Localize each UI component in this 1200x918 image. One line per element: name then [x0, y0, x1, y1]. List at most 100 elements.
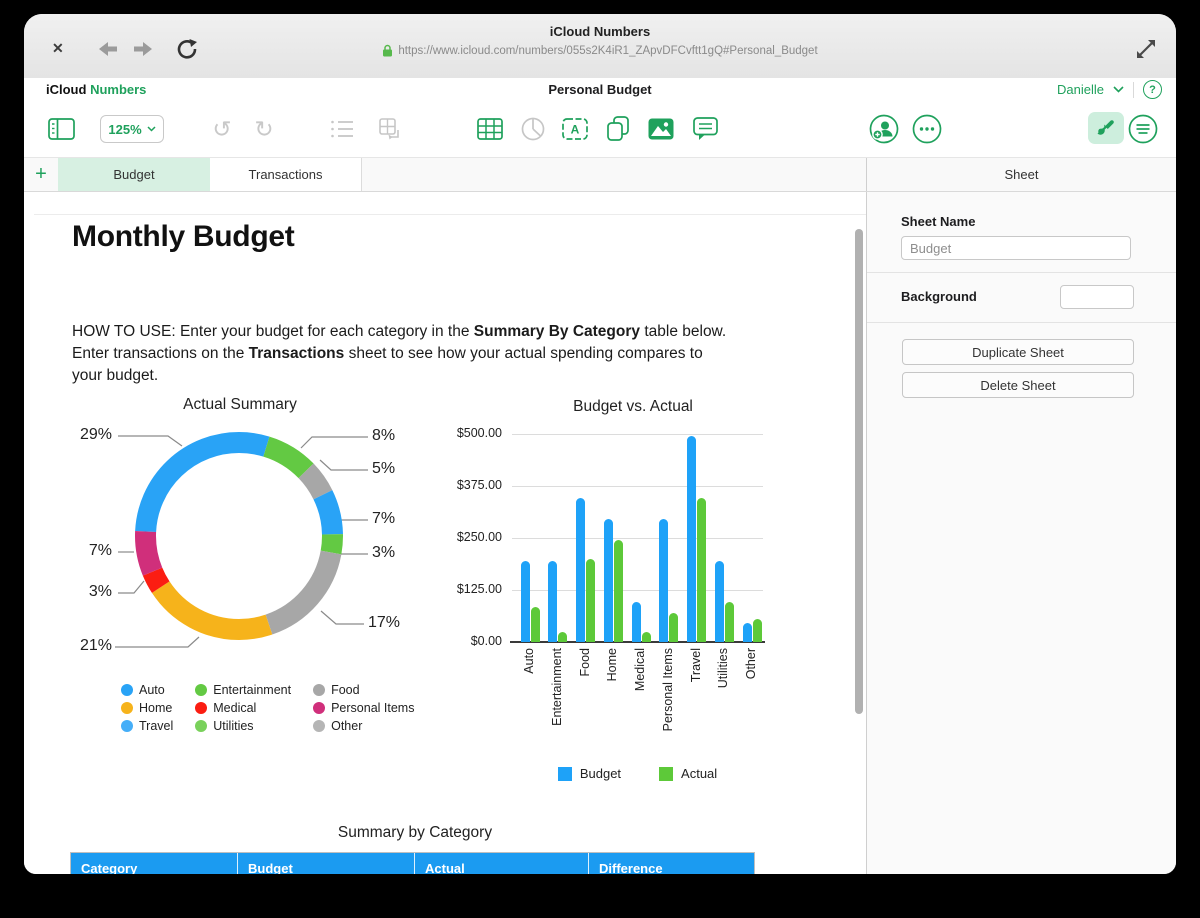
user-menu[interactable]: Danielle: [1057, 82, 1104, 97]
app-header: iCloud Numbers Personal Budget Danielle …: [24, 78, 1176, 100]
legend-dot: [195, 684, 207, 696]
panel-title: Sheet: [866, 158, 1176, 191]
callout-travel: 7%: [372, 510, 428, 528]
bar-budget-medical: [632, 602, 641, 642]
help-button[interactable]: ?: [1143, 80, 1162, 99]
legend-item-food: Food: [313, 683, 414, 697]
legend-label: Personal Items: [331, 701, 414, 715]
format-panel-button[interactable]: [1088, 112, 1124, 144]
add-sheet-button[interactable]: +: [24, 158, 58, 191]
legend-swatch: [558, 767, 572, 781]
divider: [867, 322, 1176, 323]
legend-item-travel: Travel: [121, 719, 173, 733]
bar-actual-medical: [642, 632, 651, 642]
organize-panel-button[interactable]: [1128, 114, 1158, 144]
tab-bar-filler: [362, 158, 866, 191]
summary-table-title: Summary by Category: [70, 824, 760, 842]
divider: [867, 272, 1176, 273]
x-axis-label: Home: [605, 648, 621, 748]
legend-column: Auto Home Travel: [121, 683, 173, 733]
legend-dot: [121, 720, 133, 732]
more-options-button[interactable]: [912, 114, 942, 144]
legend-dot: [313, 720, 325, 732]
callout-medical: 3%: [67, 583, 112, 601]
legend-item-other: Other: [313, 719, 414, 733]
vertical-scrollbar[interactable]: [855, 229, 863, 714]
bar-chart[interactable]: Budget vs. Actual $0.00$125.00$250.00$37…: [430, 394, 825, 794]
insert-shape-button[interactable]: [603, 114, 633, 144]
column-header-actual[interactable]: Actual: [415, 853, 589, 874]
chevron-down-icon: [147, 126, 156, 132]
gridline: [512, 486, 763, 487]
insert-media-button[interactable]: [646, 114, 676, 144]
tab-transactions[interactable]: Transactions: [210, 158, 362, 191]
delete-sheet-button[interactable]: Delete Sheet: [902, 372, 1134, 398]
y-axis-tick: $500.00: [430, 426, 502, 440]
legend-dot: [121, 684, 133, 696]
x-axis-label: Other: [744, 648, 760, 748]
x-axis-label: Travel: [689, 648, 705, 748]
redo-button[interactable]: ↻: [249, 114, 279, 144]
legend-item-medical: Medical: [195, 701, 291, 715]
bar-actual-entertainment: [558, 632, 567, 642]
sheet-name-input[interactable]: [901, 236, 1131, 260]
legend-label: Other: [331, 719, 362, 733]
callout-entertainment: 8%: [372, 427, 428, 445]
legend-label: Utilities: [213, 719, 253, 733]
legend-label: Medical: [213, 701, 256, 715]
zoom-level-dropdown[interactable]: 125%: [100, 115, 164, 143]
bar-actual-home: [614, 540, 623, 642]
bar-actual-other: [753, 619, 762, 642]
background-label: Background: [901, 289, 977, 304]
column-header-budget[interactable]: Budget: [238, 853, 415, 874]
insert-chart-button[interactable]: [518, 114, 548, 144]
browser-chrome: ✕ iCloud Numbers https://www.icloud.com/…: [24, 14, 1176, 79]
lock-icon: [382, 44, 393, 60]
fullscreen-icon[interactable]: [1136, 39, 1156, 59]
legend-item-home: Home: [121, 701, 173, 715]
donut-chart[interactable]: Actual Summary 29% 8%: [50, 394, 430, 684]
outline-view-icon[interactable]: [327, 114, 357, 144]
paintbrush-icon: [1096, 118, 1116, 138]
bar-actual-food: [586, 559, 595, 642]
legend-label: Auto: [139, 683, 165, 697]
legend-column: EntertainmentMedicalUtilities: [195, 683, 291, 733]
callout-food: 5%: [372, 460, 428, 478]
legend-label: Home: [139, 701, 172, 715]
page-title: Monthly Budget: [72, 220, 294, 254]
address-bar[interactable]: https://www.icloud.com/numbers/055s2K4iR…: [24, 44, 1176, 60]
insert-rows-icon[interactable]: [375, 114, 405, 144]
sheet-canvas[interactable]: Monthly Budget HOW TO USE: Enter your bu…: [24, 192, 866, 874]
background-color-swatch[interactable]: [1060, 285, 1134, 309]
duplicate-sheet-button[interactable]: Duplicate Sheet: [902, 339, 1134, 365]
collaborate-button[interactable]: [869, 114, 899, 144]
bar-budget-personal-items: [659, 519, 668, 642]
gridline: [512, 434, 763, 435]
insert-table-button[interactable]: [475, 114, 505, 144]
bar-budget-food: [576, 498, 585, 642]
legend-item-utilities: Utilities: [195, 719, 291, 733]
bar-chart-title: Budget vs. Actual: [483, 398, 783, 416]
column-header-category[interactable]: Category: [71, 853, 238, 874]
insert-text-button[interactable]: A: [560, 114, 590, 144]
legend-label: Travel: [139, 719, 173, 733]
user-area: Danielle ?: [1057, 80, 1162, 99]
legend-dot: [195, 702, 207, 714]
callout-other: 17%: [368, 614, 424, 632]
column-header-difference[interactable]: Difference: [589, 853, 754, 874]
url-text: https://www.icloud.com/numbers/055s2K4iR…: [398, 45, 817, 57]
bar-budget-other: [743, 623, 752, 642]
comment-button[interactable]: [690, 114, 720, 144]
bar-actual-personal-items: [669, 613, 678, 642]
sheet-format-panel: Sheet Name Background Duplicate Sheet De…: [866, 192, 1176, 874]
callout-home: 21%: [67, 637, 112, 655]
sidebar-toggle-button[interactable]: [46, 114, 76, 144]
undo-button[interactable]: ↺: [207, 114, 237, 144]
donut-legend: AutoHomeTravelEntertainmentMedicalUtilit…: [121, 683, 414, 733]
tab-budget[interactable]: Budget: [58, 158, 210, 191]
summary-table-header-row[interactable]: CategoryBudgetActualDifference: [70, 852, 755, 874]
toolbar: 125% ↺ ↻ A: [24, 100, 1176, 157]
bar-budget-auto: [521, 561, 530, 642]
y-axis-tick: $375.00: [430, 478, 502, 492]
callout-auto: 29%: [67, 426, 112, 444]
